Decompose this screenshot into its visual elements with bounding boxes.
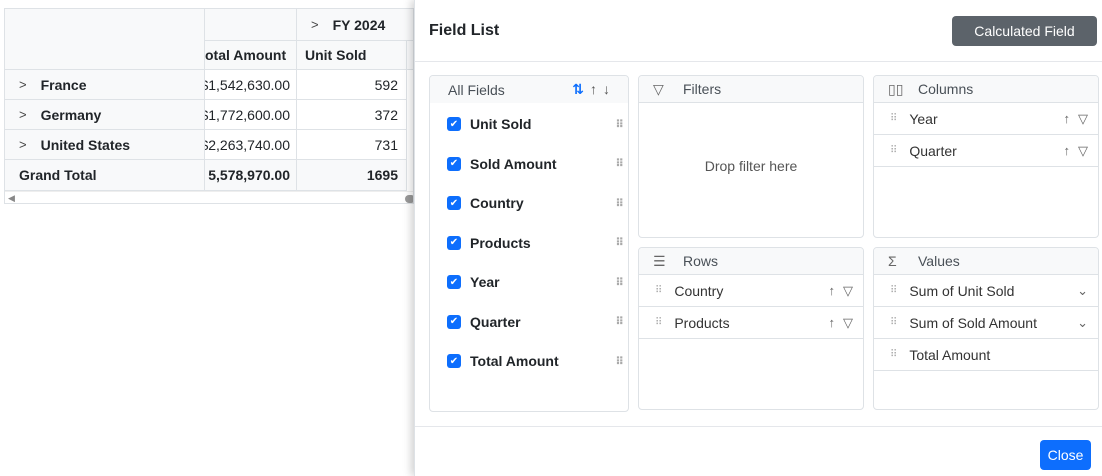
field-item[interactable]: ✔ Country ⠿ (447, 195, 627, 211)
sort-ascending-icon[interactable]: ↑ (829, 283, 836, 299)
drag-handle-icon[interactable]: ⠿ (615, 276, 624, 289)
sort-ascending-icon[interactable]: ↑ (829, 315, 836, 331)
value-cell: $1,772,600.00 (205, 100, 297, 130)
filter-icon[interactable]: ▽ (1078, 111, 1088, 127)
drag-handle-icon[interactable]: ⠿ (890, 349, 897, 360)
columns-pill[interactable]: ⠿ Year ↑ ▽ (874, 103, 1098, 135)
drag-handle-icon[interactable]: ⠿ (655, 317, 662, 328)
column-header-total-amount: otal Amount (205, 41, 297, 70)
all-fields-panel: All Fields ⇅ ↑ ↓ ✔ Unit Sold ⠿ ✔ Sold Amount… (429, 75, 629, 412)
chevron-down-icon[interactable]: ⌄ (1077, 315, 1088, 331)
drag-handle-icon[interactable]: ⠿ (615, 157, 624, 170)
drag-handle-icon[interactable]: ⠿ (615, 315, 624, 328)
drop-filter-placeholder: Drop filter here (704, 158, 798, 174)
checkbox-checked-icon[interactable]: ✔ (447, 235, 461, 250)
value-cell: 592 (297, 70, 407, 100)
columns-label: Columns (918, 81, 974, 97)
filter-icon: ▽ (653, 80, 664, 97)
row-header[interactable]: > Germany (5, 100, 205, 130)
expand-icon[interactable]: > (311, 17, 319, 32)
drag-handle-icon[interactable]: ⠿ (615, 118, 624, 131)
divider (415, 61, 1102, 62)
rows-label: Rows (683, 253, 719, 269)
drag-handle-icon[interactable]: ⠿ (615, 197, 624, 210)
values-panel: Σ Values ⠿ Sum of Unit Sold ⌄ ⠿ Sum of Sold A… (873, 247, 1099, 410)
columns-pill[interactable]: ⠿ Quarter ↑ ▽ (874, 135, 1098, 167)
values-pill[interactable]: ⠿ Total Amount (874, 339, 1098, 371)
grand-total-units: 1695 (297, 160, 407, 191)
filters-panel: ▽ Filters Drop filter here (638, 75, 864, 238)
columns-icon: ▯▯ (888, 80, 904, 97)
values-pill[interactable]: ⠿ Sum of Unit Sold ⌄ (874, 275, 1098, 307)
filter-icon[interactable]: ▽ (843, 315, 853, 331)
value-cell: 731 (297, 130, 407, 160)
sigma-icon: Σ (888, 253, 897, 269)
drag-handle-icon[interactable]: ⠿ (655, 285, 662, 296)
scrollbar-thumb[interactable] (405, 195, 413, 203)
field-item[interactable]: ✔ Sold Amount ⠿ (447, 156, 627, 172)
rows-icon: ☰ (653, 252, 666, 269)
all-fields-label: All Fields (448, 81, 505, 98)
grand-total-label: Grand Total (5, 160, 205, 191)
field-item[interactable]: ✔ Unit Sold ⠿ (447, 116, 627, 132)
drag-handle-icon[interactable]: ⠿ (615, 355, 624, 368)
footer-divider (415, 426, 1102, 427)
field-item[interactable]: ✔ Products ⠿ (447, 235, 627, 251)
filter-icon[interactable]: ▽ (843, 283, 853, 299)
expand-icon[interactable]: > (19, 107, 27, 122)
horizontal-scrollbar[interactable]: ◀ (5, 191, 413, 203)
drag-handle-icon[interactable]: ⠿ (890, 285, 897, 296)
sort-none-icon[interactable]: ⇅ (572, 81, 584, 98)
value-cell: 372 (297, 100, 407, 130)
drag-handle-icon[interactable]: ⠿ (890, 113, 897, 124)
row-header-corner (5, 9, 205, 70)
filters-label: Filters (683, 81, 722, 97)
columns-panel: ▯▯ Columns ⠿ Year ↑ ▽ ⠿ Quarter ↑ ▽ (873, 75, 1099, 238)
values-label: Values (918, 253, 960, 269)
filter-icon[interactable]: ▽ (1078, 143, 1088, 159)
checkbox-checked-icon[interactable]: ✔ (447, 156, 461, 171)
checkbox-checked-icon[interactable]: ✔ (447, 314, 461, 329)
value-cell: $1,542,630.00 (205, 70, 297, 100)
rows-pill[interactable]: ⠿ Country ↑ ▽ (639, 275, 863, 307)
rows-pill[interactable]: ⠿ Products ↑ ▽ (639, 307, 863, 339)
expand-icon[interactable]: > (19, 137, 27, 152)
checkbox-checked-icon[interactable]: ✔ (447, 196, 461, 210)
dialog-title: Field List (429, 22, 500, 39)
rows-panel: ☰ Rows ⠿ Country ↑ ▽ ⠿ Products ↑ ▽ (638, 247, 864, 410)
checkbox-checked-icon[interactable]: ✔ (447, 275, 461, 289)
field-item[interactable]: ✔ Quarter ⠿ (447, 314, 627, 330)
drag-handle-icon[interactable]: ⠿ (890, 317, 897, 328)
sort-ascending-icon[interactable]: ↑ (1064, 111, 1071, 127)
column-header-year[interactable]: > FY 2024 (297, 9, 413, 41)
row-header[interactable]: > United States (5, 130, 205, 160)
sort-ascending-icon[interactable]: ↑ (590, 81, 597, 98)
field-item[interactable]: ✔ Year ⠿ (447, 274, 627, 290)
column-header-empty (205, 9, 297, 41)
field-item[interactable]: ✔ Total Amount ⠿ (447, 353, 627, 369)
calculated-field-button[interactable]: Calculated Field (952, 16, 1097, 46)
row-header[interactable]: > France (5, 70, 205, 100)
field-list-dialog: Field List Calculated Field All Fields ⇅… (414, 0, 1102, 476)
column-header-next (407, 41, 413, 70)
drag-handle-icon[interactable]: ⠿ (890, 145, 897, 156)
column-header-unit-sold: Unit Sold (297, 41, 407, 70)
pivot-table: > FY 2024 otal Amount Unit Sold > France $… (4, 8, 414, 204)
sort-descending-icon[interactable]: ↓ (603, 81, 610, 98)
value-cell: $2,263,740.00 (205, 130, 297, 160)
grand-total-amount: 5,578,970.00 (205, 160, 297, 191)
close-button[interactable]: Close (1040, 440, 1091, 470)
chevron-down-icon[interactable]: ⌄ (1077, 283, 1088, 299)
sort-ascending-icon[interactable]: ↑ (1064, 143, 1071, 159)
drag-handle-icon[interactable]: ⠿ (615, 236, 624, 249)
checkbox-checked-icon[interactable]: ✔ (447, 117, 461, 131)
scroll-left-icon[interactable]: ◀ (8, 193, 15, 203)
values-pill[interactable]: ⠿ Sum of Sold Amount ⌄ (874, 307, 1098, 339)
expand-icon[interactable]: > (19, 77, 27, 92)
checkbox-checked-icon[interactable]: ✔ (447, 354, 461, 368)
